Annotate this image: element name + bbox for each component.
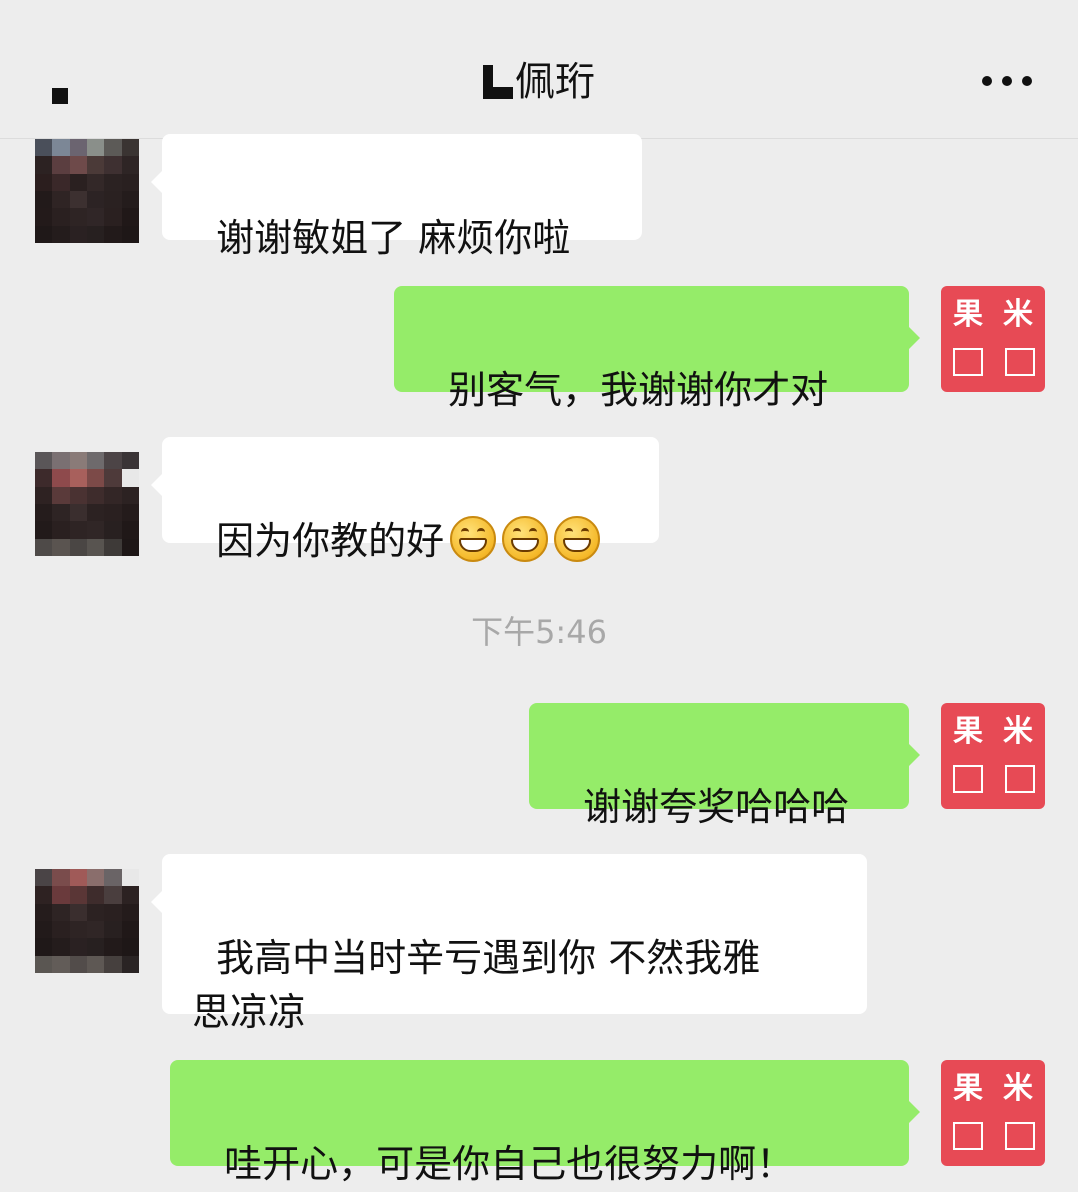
message-text: 谢谢敏姐了 麻烦你啦	[216, 216, 571, 260]
message-text: 哇开心，可是你自己也很努力啊！	[224, 1142, 795, 1186]
incoming-message-bubble[interactable]: 因为你教的好	[151, 437, 659, 563]
incoming-message-bubble[interactable]: 谢谢敏姐了 麻烦你啦	[151, 134, 642, 260]
self-avatar-glyph-1: 果	[953, 714, 983, 749]
self-avatar-glyph-2: 米	[1003, 297, 1033, 332]
contact-avatar[interactable]	[35, 869, 139, 973]
chat-header: 佩珩	[0, 0, 1078, 139]
incoming-message-bubble[interactable]: 我高中当时辛亏遇到你 不然我雅 思凉凉	[151, 854, 867, 1034]
outgoing-message-bubble[interactable]: 谢谢夸奖哈哈哈	[529, 703, 920, 829]
contact-avatar[interactable]	[35, 139, 139, 243]
chat-title: 佩珩	[0, 56, 1078, 108]
self-avatar-glyph-1: 果	[953, 1071, 983, 1106]
self-avatar-glyph-2: 米	[1003, 1071, 1033, 1106]
self-avatar[interactable]: 果 米	[941, 286, 1045, 392]
outgoing-message-bubble[interactable]: 别客气，我谢谢你才对	[394, 286, 920, 412]
message-text: 别客气，我谢谢你才对	[448, 368, 829, 412]
more-dots-icon[interactable]	[982, 76, 1032, 90]
self-avatar[interactable]: 果 米	[941, 703, 1045, 809]
grin-emoji-icon	[554, 516, 601, 562]
title-redaction-mark	[483, 65, 513, 99]
chat-title-text: 佩珩	[515, 59, 595, 105]
self-avatar[interactable]: 果 米	[941, 1060, 1045, 1166]
outgoing-message-bubble[interactable]: 哇开心，可是你自己也很努力啊！	[170, 1060, 920, 1186]
grin-emoji-icon	[450, 516, 497, 562]
grin-emoji-icon	[502, 516, 549, 562]
message-text: 谢谢夸奖哈哈哈	[583, 785, 850, 829]
self-avatar-glyph-1: 果	[953, 297, 983, 332]
message-text: 因为你教的好	[216, 519, 445, 563]
contact-avatar[interactable]	[35, 452, 139, 556]
message-text: 我高中当时辛亏遇到你 不然我雅 思凉凉	[192, 936, 761, 1034]
message-timestamp: 下午5:46	[471, 613, 607, 651]
self-avatar-glyph-2: 米	[1003, 714, 1033, 749]
